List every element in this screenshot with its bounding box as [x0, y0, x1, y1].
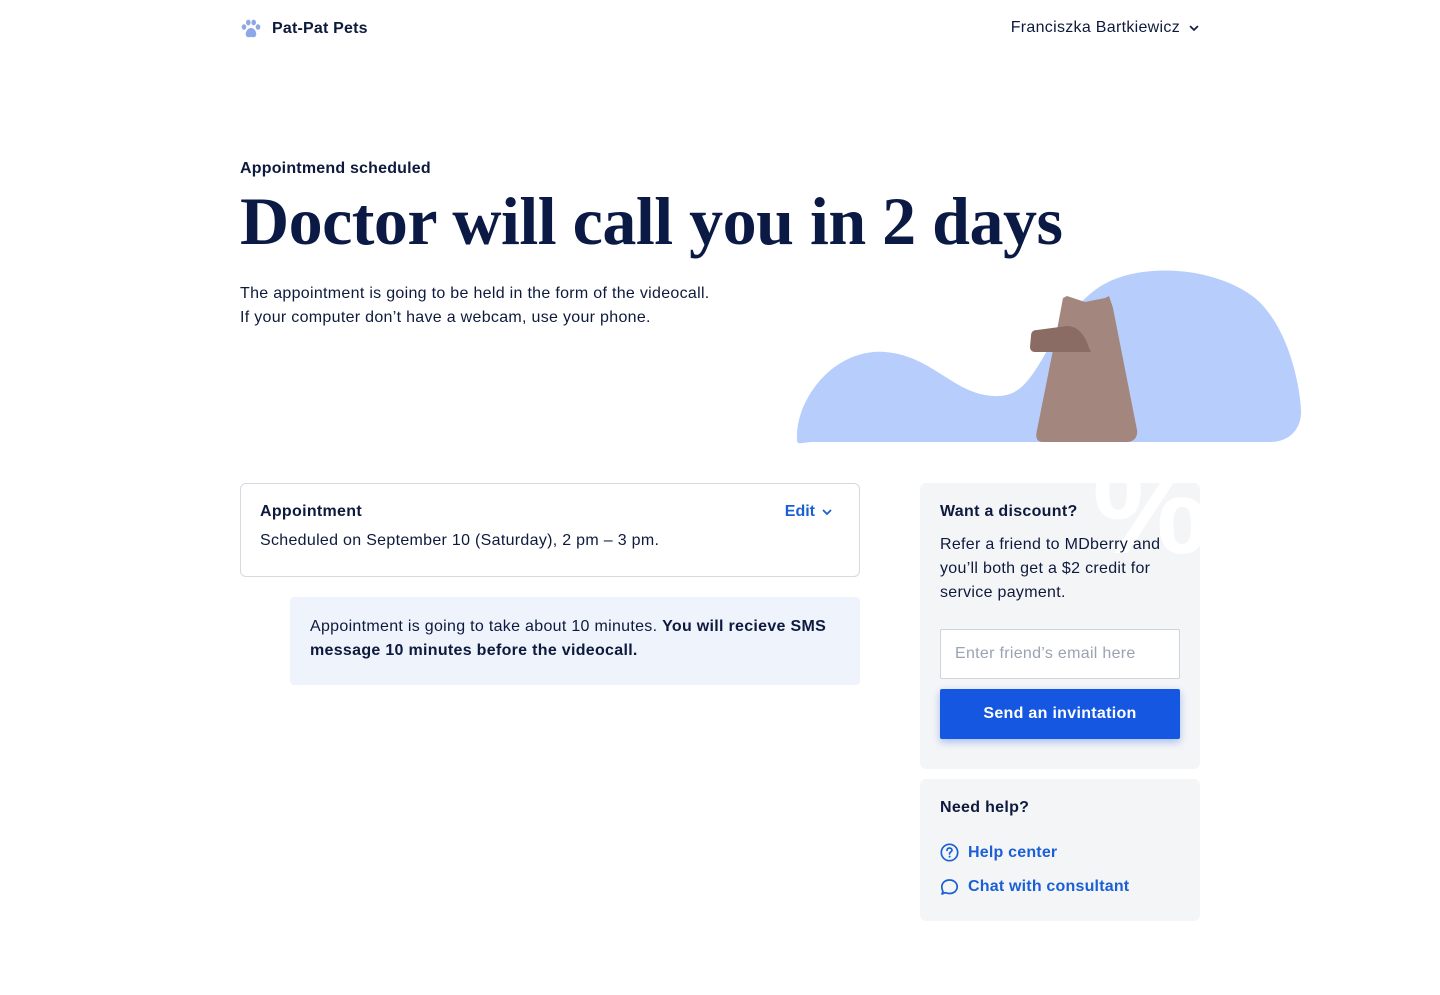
- brand-name: Pat-Pat Pets: [272, 20, 368, 37]
- chevron-down-icon: [1188, 22, 1200, 34]
- chevron-down-icon: [821, 506, 833, 518]
- help-center-label: Help center: [968, 843, 1058, 861]
- chat-bubble-icon: [940, 877, 959, 896]
- hero-description-line: The appointment is going to be held in t…: [240, 285, 710, 302]
- brand-logo[interactable]: Pat-Pat Pets: [240, 18, 368, 40]
- discount-card: % Want a discount? Refer a friend to MDb…: [920, 483, 1200, 769]
- friend-email-input[interactable]: [940, 629, 1180, 679]
- discount-title: Want a discount?: [940, 503, 1078, 520]
- hero-description-line: If your computer don’t have a webcam, us…: [240, 309, 651, 326]
- paw-icon: [240, 18, 262, 40]
- appointment-card: Appointment Scheduled on September 10 (S…: [240, 483, 860, 577]
- user-menu[interactable]: Franciszka Bartkiewicz: [1011, 19, 1200, 37]
- dog-illustration: [795, 268, 1305, 446]
- send-invitation-button[interactable]: Send an invintation: [940, 689, 1180, 739]
- page-title: Doctor will call you in 2 days: [240, 183, 1063, 259]
- info-notice: Appointment is going to take about 10 mi…: [290, 597, 860, 685]
- user-name: Franciszka Bartkiewicz: [1010, 19, 1180, 36]
- appointment-title: Appointment: [260, 503, 362, 520]
- chat-consultant-label: Chat with consultant: [968, 877, 1130, 895]
- status-eyebrow: Appointmend scheduled: [240, 160, 431, 177]
- question-circle-icon: [940, 843, 959, 862]
- chat-consultant-link[interactable]: Chat with consultant: [940, 877, 1129, 896]
- edit-button[interactable]: Edit: [785, 503, 833, 521]
- hero-description: The appointment is going to be held in t…: [240, 282, 710, 330]
- info-text: Appointment is going to take about 10 mi…: [310, 618, 663, 635]
- edit-button-label: Edit: [784, 503, 815, 520]
- help-card: Need help? Help center Chat with consult…: [920, 779, 1200, 921]
- help-title: Need help?: [940, 799, 1030, 816]
- discount-description: Refer a friend to MDberry and you’ll bot…: [940, 536, 1161, 601]
- help-center-link[interactable]: Help center: [940, 843, 1057, 862]
- page: Pat-Pat Pets Franciszka Bartkiewicz Appo…: [0, 0, 1440, 995]
- appointment-schedule: Scheduled on September 10 (Saturday), 2 …: [260, 532, 660, 549]
